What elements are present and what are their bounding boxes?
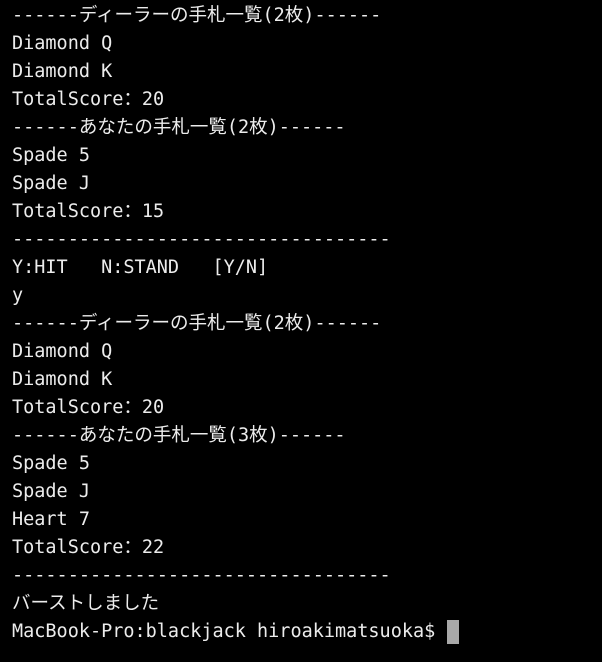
dealer-card-1: Diamond Q (12, 341, 113, 362)
separator-line: ---------------------------------- (12, 565, 391, 586)
hit-stand-prompt: Y:HIT N:STAND [Y/N] (12, 257, 269, 278)
player-card-3: Heart 7 (12, 509, 90, 530)
player-card-2: Spade J (12, 481, 90, 502)
dealer-total-score: TotalScore：20 (12, 89, 165, 110)
player-card-2: Spade J (12, 173, 90, 194)
dealer-card-1: Diamond Q (12, 33, 113, 54)
separator-line: ---------------------------------- (12, 229, 391, 250)
bust-message: バーストしました (12, 593, 160, 614)
dealer-card-2: Diamond K (12, 61, 113, 82)
player-total-score: TotalScore：22 (12, 537, 165, 558)
user-input-echo: y (12, 285, 24, 306)
player-total-score: TotalScore：15 (12, 201, 165, 222)
player-card-1: Spade 5 (12, 145, 90, 166)
dealer-hand-header: ------ディーラーの手札一覧(2枚)------ (12, 313, 382, 334)
player-hand-header: ------あなたの手札一覧(2枚)------ (12, 117, 346, 138)
player-card-1: Spade 5 (12, 453, 90, 474)
dealer-hand-header: ------ディーラーの手札一覧(2枚)------ (12, 5, 382, 26)
shell-prompt-line[interactable]: MacBook-Pro:blackjack hiroakimatsuoka$ (12, 618, 602, 646)
dealer-card-2: Diamond K (12, 369, 113, 390)
dealer-total-score: TotalScore：20 (12, 397, 165, 418)
text-cursor (447, 620, 460, 644)
terminal-window[interactable]: ------ディーラーの手札一覧(2枚)------ Diamond Q Dia… (0, 0, 602, 662)
player-hand-header: ------あなたの手札一覧(3枚)------ (12, 425, 346, 446)
shell-prompt: MacBook-Pro:blackjack hiroakimatsuoka$ (12, 621, 436, 642)
